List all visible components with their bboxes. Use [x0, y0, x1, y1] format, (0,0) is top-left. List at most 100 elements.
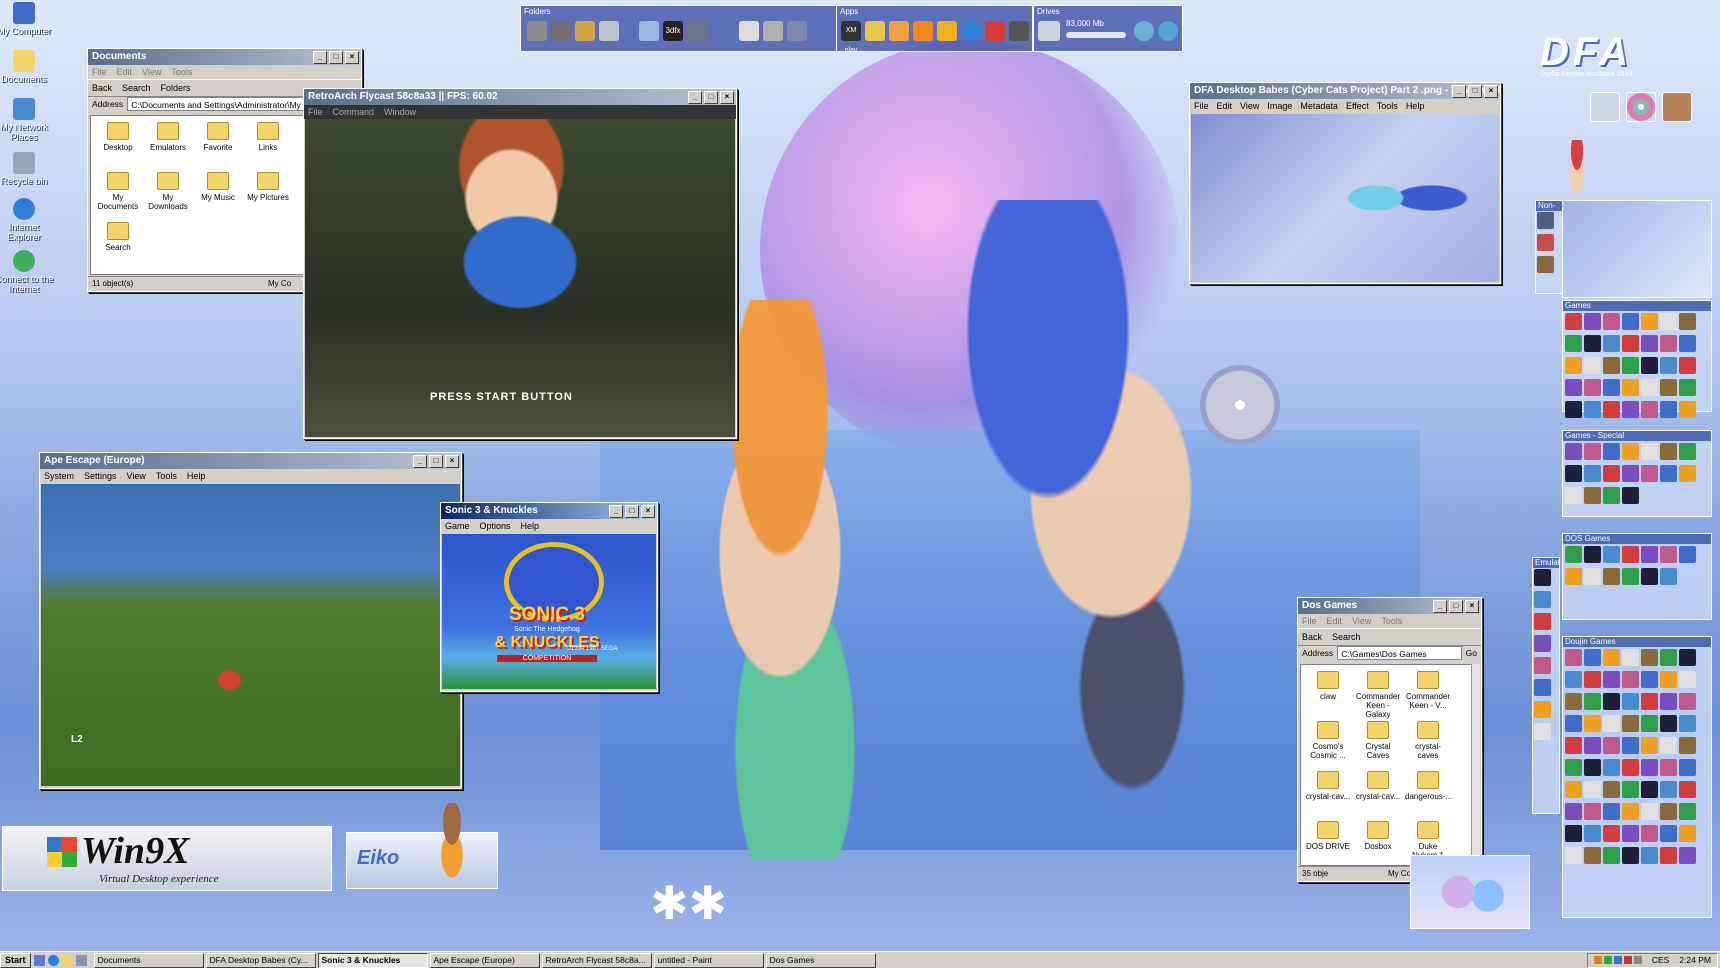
game-shortcut-icon[interactable] — [1584, 803, 1601, 820]
close-button[interactable]: × — [720, 91, 734, 104]
file-item[interactable]: Crystal Caves — [1355, 721, 1401, 760]
game-shortcut-icon[interactable] — [1679, 781, 1696, 798]
game-shortcut-icon[interactable] — [1603, 487, 1620, 504]
menu-game[interactable]: Game — [445, 519, 470, 533]
game-shortcut-icon[interactable] — [1641, 671, 1658, 688]
game-shortcut-icon[interactable] — [1660, 649, 1677, 666]
game-shortcut-icon[interactable] — [1660, 847, 1677, 864]
desktop-icon-network[interactable]: My Network Places — [0, 98, 54, 142]
game-shortcut-icon[interactable] — [1679, 847, 1696, 864]
game-shortcut-icon[interactable] — [1660, 759, 1677, 776]
taskbar-button[interactable]: RetroArch Flycast 58c8a... — [541, 952, 652, 968]
game-shortcut-icon[interactable] — [1679, 335, 1696, 352]
game-shortcut-icon[interactable] — [1534, 723, 1551, 740]
desktop-icon-documents[interactable]: Documents — [0, 50, 54, 84]
game-shortcut-icon[interactable] — [1565, 825, 1582, 842]
game-shortcut-icon[interactable] — [1641, 335, 1658, 352]
file-item[interactable]: Links — [245, 122, 291, 152]
menu-file[interactable]: File — [308, 105, 323, 119]
hard-drive-icon[interactable] — [1038, 21, 1060, 41]
window-titlebar[interactable]: Dos Games _ □ × — [1298, 598, 1481, 614]
game-shortcut-icon[interactable] — [1622, 546, 1639, 563]
game-shortcut-icon[interactable] — [1660, 357, 1677, 374]
menu-window[interactable]: Window — [384, 105, 416, 119]
game-shortcut-icon[interactable] — [1622, 487, 1639, 504]
game-shortcut-icon[interactable] — [1641, 847, 1658, 864]
game-shortcut-icon[interactable] — [1565, 568, 1582, 585]
game-shortcut-icon[interactable] — [1679, 649, 1696, 666]
game-shortcut-icon[interactable] — [1641, 693, 1658, 710]
menu-view[interactable]: View — [142, 65, 161, 79]
menu-help[interactable]: Help — [1406, 99, 1425, 113]
game-shortcut-icon[interactable] — [1641, 781, 1658, 798]
game-shortcut-icon[interactable] — [1679, 465, 1696, 482]
window-titlebar[interactable]: Ape Escape (Europe) _ □ × — [40, 453, 461, 469]
game-shortcut-icon[interactable] — [1660, 313, 1677, 330]
game-shortcut-icon[interactable] — [1534, 701, 1551, 718]
window-titlebar[interactable]: Documents _ □ × — [88, 49, 361, 65]
game-shortcut-icon[interactable] — [1565, 401, 1582, 418]
game-shortcut-icon[interactable] — [1534, 613, 1551, 630]
game-shortcut-icon[interactable] — [1603, 693, 1620, 710]
taskbar-button[interactable]: Dos Games — [765, 952, 876, 968]
window-titlebar[interactable]: Sonic 3 & Knuckles _ □ × — [441, 503, 657, 519]
game-shortcut-icon[interactable] — [1660, 671, 1677, 688]
game-shortcut-icon[interactable] — [1622, 401, 1639, 418]
menu-help[interactable]: Help — [187, 469, 206, 483]
file-item[interactable]: Desktop — [95, 122, 141, 152]
game-shortcut-icon[interactable] — [1537, 234, 1554, 251]
game-shortcut-icon[interactable] — [1565, 443, 1582, 460]
game-shortcut-icon[interactable] — [1603, 759, 1620, 776]
close-button[interactable]: × — [1484, 85, 1498, 98]
game-shortcut-icon[interactable] — [1679, 357, 1696, 374]
game-shortcut-icon[interactable] — [1679, 693, 1696, 710]
menu-tools[interactable]: Tools — [1377, 99, 1398, 113]
game-shortcut-icon[interactable] — [1641, 737, 1658, 754]
game-shortcut-icon[interactable] — [1679, 715, 1696, 732]
3dfx-shortcut-icon[interactable]: 3dfx — [663, 21, 683, 41]
taskbar-button[interactable]: untitled - Paint — [653, 952, 764, 968]
game-shortcut-icon[interactable] — [1660, 803, 1677, 820]
game-shortcut-icon[interactable] — [1622, 313, 1639, 330]
game-shortcut-icon[interactable] — [1660, 737, 1677, 754]
file-item[interactable]: My Documents — [95, 172, 141, 211]
image-viewport[interactable] — [1191, 114, 1499, 282]
game-shortcut-icon[interactable] — [1679, 379, 1696, 396]
game-shortcut-icon[interactable] — [1603, 568, 1620, 585]
game-shortcut-icon[interactable] — [1534, 679, 1551, 696]
game-shortcut-icon[interactable] — [1622, 671, 1639, 688]
game-shortcut-icon[interactable] — [1534, 657, 1551, 674]
game-shortcut-icon[interactable] — [1679, 401, 1696, 418]
game-shortcut-icon[interactable] — [1534, 569, 1551, 586]
game-shortcut-icon[interactable] — [1584, 847, 1601, 864]
game-shortcut-icon[interactable] — [1565, 737, 1582, 754]
menu-tools[interactable]: Tools — [1381, 614, 1402, 628]
file-item[interactable]: crystal-cav... — [1305, 771, 1351, 801]
file-item[interactable]: Emulators — [145, 122, 191, 152]
vertical-scrollbar[interactable] — [1471, 664, 1480, 865]
globe-drive-icon[interactable] — [1158, 21, 1178, 41]
network-drive-icon[interactable] — [1134, 21, 1154, 41]
game-shortcut-icon[interactable] — [1679, 671, 1696, 688]
game-shortcut-icon[interactable] — [1641, 379, 1658, 396]
browser-icon[interactable] — [47, 954, 59, 966]
menu-options[interactable]: Options — [480, 519, 511, 533]
clock[interactable]: 2:24 PM — [1679, 954, 1711, 967]
game-shortcut-icon[interactable] — [1660, 568, 1677, 585]
game-shortcut-icon[interactable] — [1565, 465, 1582, 482]
menu-image[interactable]: Image — [1267, 99, 1292, 113]
minimize-button[interactable]: _ — [313, 51, 327, 64]
vlc-icon[interactable] — [913, 21, 933, 41]
game-shortcut-icon[interactable] — [1584, 568, 1601, 585]
game-shortcut-icon[interactable] — [1603, 825, 1620, 842]
tray-icons[interactable] — [1593, 954, 1642, 967]
game-shortcut-icon[interactable] — [1679, 803, 1696, 820]
game-shortcut-icon[interactable] — [1603, 465, 1620, 482]
game-shortcut-icon[interactable] — [1584, 649, 1601, 666]
game-shortcut-icon[interactable] — [1641, 443, 1658, 460]
game-shortcut-icon[interactable] — [1584, 487, 1601, 504]
file-item[interactable]: Cosmo's Cosmic ... — [1305, 721, 1351, 760]
file-item[interactable]: DOS DRIVE — [1305, 821, 1351, 851]
menu-effect[interactable]: Effect — [1346, 99, 1369, 113]
game-shortcut-icon[interactable] — [1603, 781, 1620, 798]
